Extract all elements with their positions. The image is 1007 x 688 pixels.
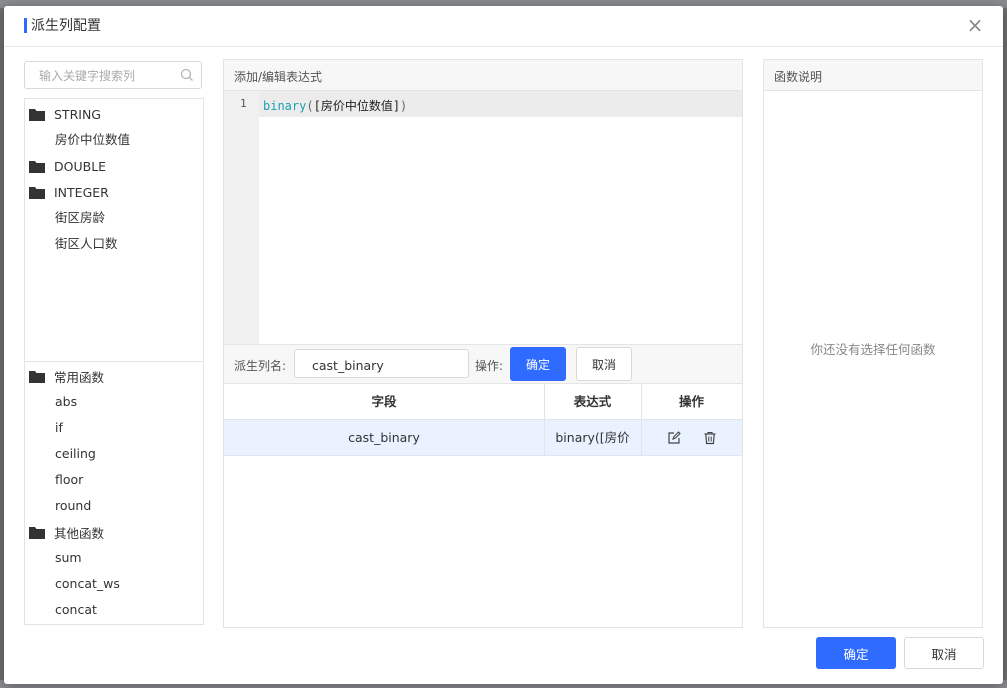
table-divider	[544, 384, 545, 456]
derived-column-dialog: 派生列配置 × STRING 房价中位数值 DOUBLE INTEGER 街区房	[4, 6, 1003, 684]
tree-folder-label: INTEGER	[54, 184, 109, 200]
code-line[interactable]: binary([房价中位数值])	[263, 97, 407, 114]
table-divider	[641, 384, 642, 456]
cell-expression: binary([房价	[555, 430, 630, 445]
tree-item-function[interactable]: floor	[55, 470, 83, 490]
tree-folder-double[interactable]: DOUBLE	[29, 156, 106, 176]
tree-item-column[interactable]: 街区房龄	[55, 208, 105, 228]
tree-item-function[interactable]: round	[55, 496, 91, 516]
folder-icon	[29, 108, 45, 121]
derived-name-row: 派生列名: 操作: 确定 取消	[224, 344, 742, 384]
trash-icon[interactable]	[703, 431, 717, 445]
expression-cancel-button[interactable]: 取消	[576, 347, 632, 381]
close-icon[interactable]: ×	[965, 15, 985, 35]
column-header-expression: 表达式	[573, 394, 612, 409]
title-accent-bar	[24, 18, 27, 33]
help-empty-text: 你还没有选择任何函数	[810, 342, 936, 357]
tree-folder-other-functions[interactable]: 其他函数	[29, 522, 104, 542]
table-header: 字段 表达式 操作	[224, 384, 742, 420]
line-gutter: 1	[224, 91, 259, 344]
search-icon	[180, 68, 193, 81]
tree-folder-label: DOUBLE	[54, 158, 107, 174]
edit-icon[interactable]	[667, 431, 681, 445]
operation-label: 操作:	[475, 359, 504, 373]
code-argument-token: [房价中位数值]	[313, 99, 401, 113]
tree-folder-label: STRING	[54, 106, 101, 122]
help-header: 函数说明	[764, 60, 982, 91]
editor-header-label: 添加/编辑表达式	[234, 70, 323, 84]
tree-folder-integer[interactable]: INTEGER	[29, 182, 109, 202]
expression-confirm-button[interactable]: 确定	[510, 347, 566, 381]
table-row[interactable]: cast_binary binary([房价	[224, 420, 742, 456]
cell-field: cast_binary	[348, 430, 420, 445]
tree-item-function[interactable]: if	[55, 418, 63, 438]
function-help-panel: 函数说明 你还没有选择任何函数	[763, 59, 983, 628]
tree-item-column[interactable]: 房价中位数值	[55, 130, 130, 150]
column-header-actions: 操作	[678, 394, 704, 409]
dialog-title: 派生列配置	[31, 18, 101, 34]
tree-item-function[interactable]: abs	[55, 392, 77, 412]
tree-folder-label: 常用函数	[54, 369, 105, 385]
tree-folder-string[interactable]: STRING	[29, 104, 101, 124]
expression-editor-panel: 添加/编辑表达式 1 binary([房价中位数值]) 派生列名: 操作: 确定…	[223, 59, 743, 628]
column-search-box[interactable]	[24, 61, 202, 89]
folder-icon	[29, 186, 45, 199]
code-function-token: binary	[263, 99, 307, 113]
column-tree: STRING 房价中位数值 DOUBLE INTEGER 街区房龄 街区人口数	[25, 99, 203, 361]
column-header-field: 字段	[371, 394, 397, 409]
tree-folder-label: 其他函数	[54, 525, 105, 541]
folder-icon	[29, 160, 45, 173]
folder-icon	[29, 370, 45, 383]
editor-header: 添加/编辑表达式	[224, 60, 742, 91]
help-header-label: 函数说明	[774, 70, 823, 84]
dialog-cancel-button[interactable]: 取消	[904, 637, 984, 669]
folder-icon	[29, 526, 45, 539]
code-editor[interactable]: 1 binary([房价中位数值])	[224, 91, 742, 344]
derived-name-input[interactable]	[310, 356, 464, 374]
function-tree: 常用函数 abs if ceiling floor round 其他函数 sum…	[25, 362, 203, 624]
derived-name-label: 派生列名:	[234, 359, 287, 373]
code-paren-open: (	[306, 99, 314, 113]
tree-item-function[interactable]: concat	[55, 600, 97, 620]
column-function-tree: STRING 房价中位数值 DOUBLE INTEGER 街区房龄 街区人口数 …	[24, 98, 204, 625]
dialog-header: 派生列配置 ×	[4, 6, 1003, 47]
tree-item-column[interactable]: 街区人口数	[55, 234, 118, 254]
tree-item-function[interactable]: ceiling	[55, 444, 96, 464]
line-number: 1	[240, 97, 247, 110]
derived-name-field[interactable]	[294, 349, 469, 378]
tree-item-function[interactable]: sum	[55, 548, 82, 568]
tree-folder-common-functions[interactable]: 常用函数	[29, 366, 104, 386]
tree-item-function[interactable]: concat_ws	[55, 574, 120, 594]
dialog-confirm-button[interactable]: 确定	[816, 637, 896, 669]
code-paren-close: )	[400, 99, 408, 113]
column-search-input[interactable]	[37, 67, 181, 85]
